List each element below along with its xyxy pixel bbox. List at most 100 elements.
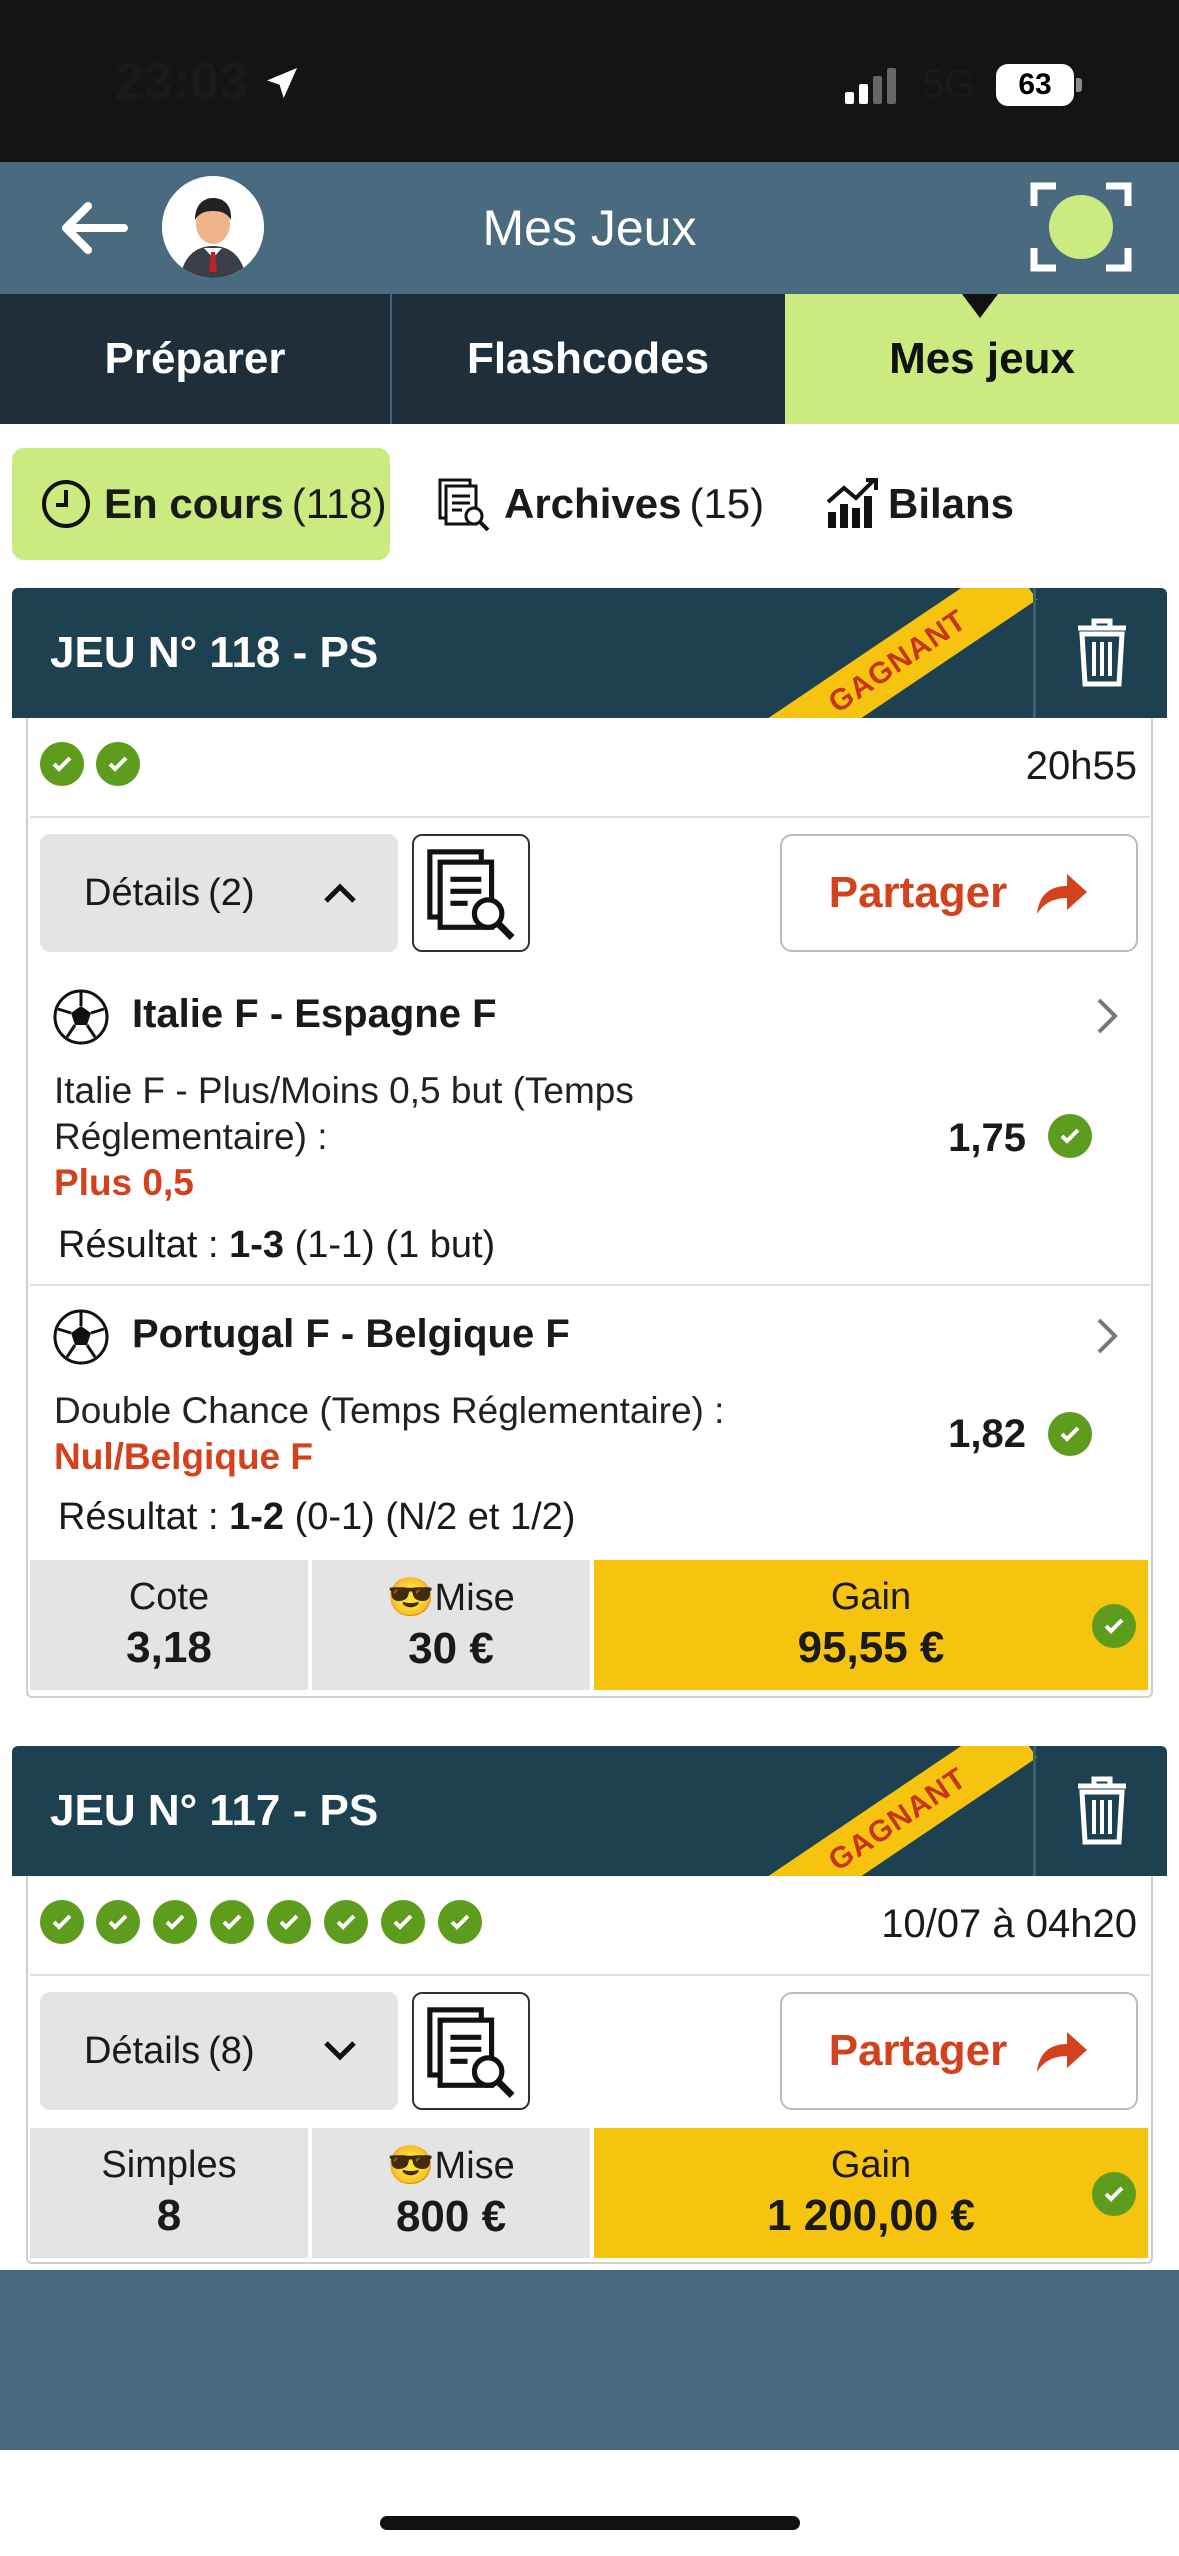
market-line: Réglementaire) : (54, 1116, 328, 1157)
battery-tip (1076, 78, 1082, 92)
chevron-up-icon (324, 883, 356, 903)
ticket-view-button[interactable] (412, 1992, 530, 2110)
bet-odd: 1,75 (948, 1116, 1026, 1160)
details-toggle-button[interactable]: Détails (2) (40, 834, 398, 952)
divider (30, 1974, 1150, 1976)
gain-cell: Gain 95,55 € (594, 1560, 1148, 1690)
share-arrow-icon (1037, 2032, 1088, 2072)
battery-icon: 63 (996, 64, 1074, 106)
details-count: (8) (208, 2029, 255, 2072)
subtab-count: (118) (291, 480, 387, 527)
subtab-bilans[interactable]: Bilans (824, 448, 1014, 560)
check-icon (324, 1900, 368, 1944)
bet-time: 10/07 à 04h20 (881, 1902, 1137, 1946)
match-title[interactable]: Italie F - Espagne F (132, 992, 497, 1037)
tab-flashcodes[interactable]: Flashcodes (392, 294, 784, 424)
network-type: 5G (922, 62, 976, 106)
check-icon (1092, 2172, 1136, 2216)
check-icon (40, 742, 84, 786)
check-icon (40, 1900, 84, 1944)
footer-label: Mise (434, 2145, 515, 2187)
subtab-archives[interactable]: Archives (15) (436, 448, 764, 560)
chevron-down-icon (324, 2041, 356, 2061)
footer-value: 800 € (395, 2192, 507, 2241)
trash-icon (1078, 1776, 1126, 1845)
avatar[interactable] (162, 176, 264, 278)
delete-button[interactable] (1033, 588, 1167, 718)
market-line: Double Chance (Temps Réglementaire) : (54, 1390, 725, 1431)
subtab-en-cours[interactable]: En cours (118) (12, 448, 390, 560)
footer-label: Mise (434, 1577, 515, 1619)
footer-value: 30 € (408, 1624, 494, 1673)
details-toggle-button[interactable]: Détails (8) (40, 1992, 398, 2110)
soccer-ball-icon (53, 1309, 109, 1365)
user-avatar-icon (162, 176, 264, 278)
ticket-view-button[interactable] (412, 834, 530, 952)
share-button[interactable]: Partager (780, 1992, 1138, 2110)
check-icon (96, 1900, 140, 1944)
subtab-label: Archives (504, 480, 682, 527)
stake-cell: 😎Mise 800 € (312, 2128, 590, 2258)
winner-banner: GAGNANT (759, 588, 1037, 718)
check-icon (1048, 1412, 1092, 1456)
market-line: Italie F - Plus/Moins 0,5 but (Temps (54, 1070, 634, 1111)
share-button[interactable]: Partager (780, 834, 1138, 952)
sunglasses-emoji-icon: 😎 (387, 1577, 435, 1619)
bet-result: Résultat : 1-3 (1-1) (1 but) (58, 1224, 495, 1267)
document-search-icon (427, 849, 515, 940)
footer-label: Gain (830, 1576, 912, 1618)
check-icon (1092, 1604, 1136, 1648)
home-indicator[interactable] (380, 2516, 800, 2530)
status-time: 23:03 (115, 52, 302, 112)
qr-scan-icon[interactable] (1030, 180, 1132, 274)
bet-pick: Plus 0,5 (54, 1162, 194, 1203)
check-icon (1048, 1114, 1092, 1158)
back-arrow-icon[interactable] (58, 200, 128, 256)
subtab-label: En cours (104, 480, 284, 527)
card-title: JEU N° 117 - PS (50, 1786, 379, 1835)
match-title[interactable]: Portugal F - Belgique F (132, 1312, 570, 1357)
subtab-count: (15) (689, 480, 765, 527)
result-label: Résultat : (58, 1224, 219, 1266)
bet-pick: Nul/Belgique F (54, 1436, 313, 1477)
check-icon (153, 1900, 197, 1944)
soccer-ball-icon (53, 989, 109, 1045)
share-arrow-icon (1037, 874, 1088, 914)
footer-label: Simples (101, 2144, 237, 2186)
details-label: Détails (84, 871, 201, 914)
gain-cell: Gain 1 200,00 € (594, 2128, 1148, 2258)
clock-icon (42, 480, 90, 528)
odds-total-cell: Cote 3,18 (30, 1560, 308, 1690)
share-label: Partager (828, 868, 1008, 917)
card-header: JEU N° 117 - PS GAGNANT (12, 1746, 1167, 1876)
result-label: Résultat : (58, 1496, 219, 1538)
footer-value: 3,18 (126, 1623, 212, 1672)
divider (30, 1284, 1150, 1286)
stake-cell: 😎Mise 30 € (312, 1560, 590, 1690)
check-icon (96, 742, 140, 786)
archive-search-icon (438, 478, 490, 532)
result-score: 1-3 (229, 1224, 285, 1266)
check-icon (210, 1900, 254, 1944)
bet-odd: 1,82 (948, 1412, 1026, 1456)
footer-label: Gain (830, 2144, 912, 2186)
details-count: (2) (208, 871, 255, 914)
footer-label: Cote (128, 1576, 210, 1618)
winner-banner: GAGNANT (759, 1746, 1037, 1876)
bet-time: 20h55 (1025, 744, 1137, 788)
tab-preparer[interactable]: Préparer (0, 294, 390, 424)
footer-value: 1 200,00 € (767, 2191, 975, 2240)
card-title: JEU N° 118 - PS (50, 628, 379, 677)
trash-icon (1078, 618, 1126, 687)
check-icon (438, 1900, 482, 1944)
divider (30, 816, 1150, 818)
active-tab-caret (962, 294, 998, 318)
result-detail: (1-1) (1 but) (294, 1224, 496, 1266)
share-label: Partager (828, 2026, 1008, 2075)
footer-value: 95,55 € (797, 1623, 945, 1672)
delete-button[interactable] (1033, 1746, 1167, 1876)
signal-icon (845, 68, 896, 104)
chart-trend-icon (826, 478, 878, 528)
chevron-right-icon[interactable] (1095, 1316, 1121, 1356)
chevron-right-icon[interactable] (1095, 996, 1121, 1036)
